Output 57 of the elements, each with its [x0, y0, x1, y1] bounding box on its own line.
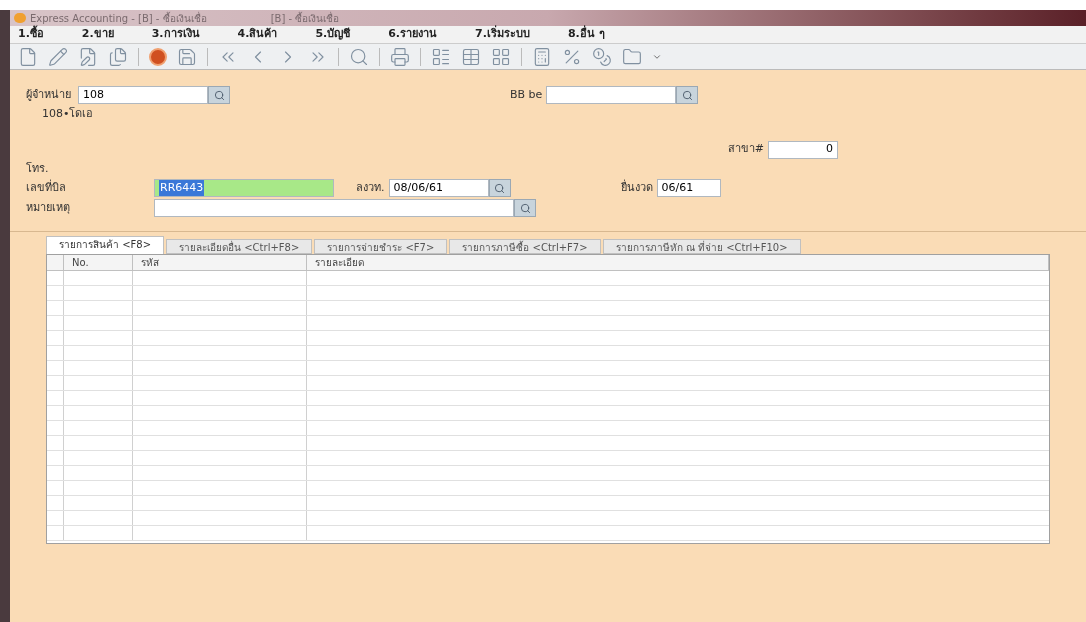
- copy-icon[interactable]: [108, 46, 128, 67]
- search-button[interactable]: [488, 179, 511, 197]
- grid-icon[interactable]: [491, 46, 511, 67]
- search-button[interactable]: [676, 86, 699, 104]
- menu-item[interactable]: 3.การเงิน: [151, 26, 200, 43]
- coins-icon[interactable]: [592, 46, 612, 67]
- input-field[interactable]: [154, 199, 514, 217]
- folder-icon[interactable]: [622, 46, 642, 67]
- menu-item[interactable]: 8.อื่น ๆ: [567, 26, 605, 43]
- menu-item[interactable]: 6.รายงาน: [388, 26, 438, 43]
- stop-icon[interactable]: [149, 47, 167, 66]
- table-icon[interactable]: [461, 46, 481, 67]
- field-label: ยื่นงวด: [620, 179, 653, 196]
- search-button[interactable]: [514, 199, 536, 217]
- app-icon: [14, 13, 26, 23]
- search-icon: [519, 202, 531, 214]
- column-header: รายละเอียด: [307, 255, 1049, 270]
- document-edit-icon[interactable]: [78, 46, 98, 67]
- tab[interactable]: รายการภาษีหัก ณ ที่จ่าย <Ctrl+F10>: [602, 239, 801, 254]
- field-label: โทร.: [26, 160, 50, 177]
- menu-item[interactable]: 2.ขาย: [81, 26, 114, 43]
- tab[interactable]: รายการภาษีซื้อ <Ctrl+F7>: [449, 239, 601, 254]
- input-field[interactable]: 108: [78, 86, 208, 104]
- calculator-icon[interactable]: [532, 46, 552, 67]
- column-header: รหัส: [133, 255, 307, 270]
- window-title: Express Accounting - [B] - ซื้อเงินเชื่อ: [30, 10, 207, 25]
- field-label: เลขที่บิล: [26, 179, 67, 196]
- search-icon[interactable]: [349, 46, 369, 67]
- search-icon: [494, 182, 505, 194]
- save-icon[interactable]: [177, 46, 197, 67]
- field-label: สาขา#: [727, 140, 764, 157]
- printer-icon[interactable]: [390, 46, 410, 67]
- search-icon: [681, 89, 693, 101]
- search-button[interactable]: [208, 86, 230, 104]
- field-label: หมายเหตุ: [26, 199, 71, 216]
- input-field[interactable]: [546, 86, 677, 104]
- search-icon: [213, 89, 225, 101]
- field-label: ผู้จำหน่าย: [26, 86, 72, 103]
- menu-item[interactable]: 4.สินค้า: [237, 26, 278, 43]
- field-label: BB be: [510, 86, 543, 103]
- pencil-icon[interactable]: [48, 46, 68, 67]
- menu-item[interactable]: 1.ซื้อ: [18, 26, 44, 43]
- tab[interactable]: รายการสินค้า <F8>: [46, 236, 165, 254]
- input-field[interactable]: RR6443: [154, 179, 334, 197]
- tab[interactable]: รายการจ่ายชำระ <F7>: [314, 239, 448, 254]
- field-label: ลงวท.: [356, 179, 385, 196]
- input-field[interactable]: 06/61: [656, 179, 721, 197]
- list-icon[interactable]: [431, 46, 451, 67]
- menu-item[interactable]: 5.บัญชี: [315, 26, 351, 43]
- column-header: No.: [63, 255, 133, 270]
- window-title: [B] - ซื้อเงินเชื่อ: [270, 10, 340, 26]
- input-field[interactable]: 0: [768, 140, 838, 159]
- menu-item[interactable]: 7.เริ่มระบบ: [475, 26, 530, 43]
- input-field[interactable]: 08/06/61: [388, 179, 489, 197]
- document-icon[interactable]: [18, 46, 38, 67]
- tab[interactable]: รายละเอียดอื่น <Ctrl+F8>: [166, 239, 313, 254]
- supplier-name: 108•โดเอ: [42, 106, 95, 122]
